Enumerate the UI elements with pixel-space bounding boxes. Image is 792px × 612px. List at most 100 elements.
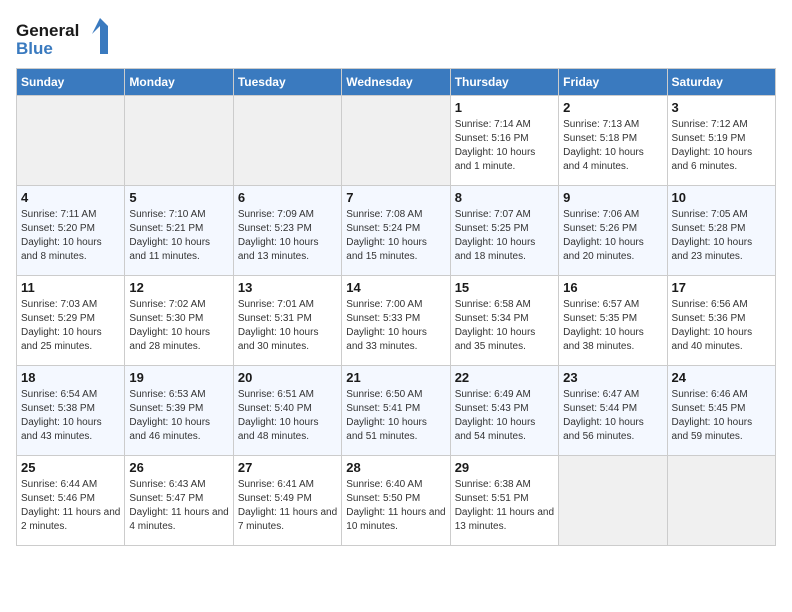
day-number: 2 xyxy=(563,100,662,115)
day-number: 27 xyxy=(238,460,337,475)
day-number: 7 xyxy=(346,190,445,205)
day-number: 10 xyxy=(672,190,771,205)
calendar-cell xyxy=(125,96,233,186)
day-info: Sunrise: 7:11 AMSunset: 5:20 PMDaylight:… xyxy=(21,208,120,264)
day-number: 1 xyxy=(455,100,554,115)
day-number: 17 xyxy=(672,280,771,295)
day-info: Sunrise: 7:06 AMSunset: 5:26 PMDaylight:… xyxy=(563,208,662,264)
day-number: 26 xyxy=(129,460,228,475)
week-row-2: 4 Sunrise: 7:11 AMSunset: 5:20 PMDayligh… xyxy=(17,186,776,276)
day-number: 24 xyxy=(672,370,771,385)
day-number: 12 xyxy=(129,280,228,295)
calendar-cell: 24 Sunrise: 6:46 AMSunset: 5:45 PMDaylig… xyxy=(667,366,775,456)
day-info: Sunrise: 6:47 AMSunset: 5:44 PMDaylight:… xyxy=(563,388,662,444)
day-number: 8 xyxy=(455,190,554,205)
calendar-cell: 20 Sunrise: 6:51 AMSunset: 5:40 PMDaylig… xyxy=(233,366,341,456)
svg-text:Blue: Blue xyxy=(16,39,53,58)
day-number: 3 xyxy=(672,100,771,115)
day-info: Sunrise: 7:10 AMSunset: 5:21 PMDaylight:… xyxy=(129,208,228,264)
day-info: Sunrise: 6:57 AMSunset: 5:35 PMDaylight:… xyxy=(563,298,662,354)
day-info: Sunrise: 6:54 AMSunset: 5:38 PMDaylight:… xyxy=(21,388,120,444)
day-info: Sunrise: 7:07 AMSunset: 5:25 PMDaylight:… xyxy=(455,208,554,264)
day-info: Sunrise: 7:13 AMSunset: 5:18 PMDaylight:… xyxy=(563,118,662,174)
day-number: 23 xyxy=(563,370,662,385)
day-number: 28 xyxy=(346,460,445,475)
weekday-header-tuesday: Tuesday xyxy=(233,69,341,96)
calendar-cell: 10 Sunrise: 7:05 AMSunset: 5:28 PMDaylig… xyxy=(667,186,775,276)
logo-svg: General Blue xyxy=(16,16,116,60)
weekday-header-monday: Monday xyxy=(125,69,233,96)
weekday-header-saturday: Saturday xyxy=(667,69,775,96)
calendar-cell: 3 Sunrise: 7:12 AMSunset: 5:19 PMDayligh… xyxy=(667,96,775,186)
day-number: 5 xyxy=(129,190,228,205)
day-info: Sunrise: 6:51 AMSunset: 5:40 PMDaylight:… xyxy=(238,388,337,444)
calendar-cell: 12 Sunrise: 7:02 AMSunset: 5:30 PMDaylig… xyxy=(125,276,233,366)
day-info: Sunrise: 6:41 AMSunset: 5:49 PMDaylight:… xyxy=(238,478,337,534)
day-number: 14 xyxy=(346,280,445,295)
calendar-cell xyxy=(559,456,667,546)
calendar-cell xyxy=(233,96,341,186)
week-row-3: 11 Sunrise: 7:03 AMSunset: 5:29 PMDaylig… xyxy=(17,276,776,366)
calendar-cell: 25 Sunrise: 6:44 AMSunset: 5:46 PMDaylig… xyxy=(17,456,125,546)
day-info: Sunrise: 7:00 AMSunset: 5:33 PMDaylight:… xyxy=(346,298,445,354)
day-info: Sunrise: 7:05 AMSunset: 5:28 PMDaylight:… xyxy=(672,208,771,264)
day-info: Sunrise: 7:09 AMSunset: 5:23 PMDaylight:… xyxy=(238,208,337,264)
calendar-cell: 5 Sunrise: 7:10 AMSunset: 5:21 PMDayligh… xyxy=(125,186,233,276)
calendar-cell xyxy=(17,96,125,186)
calendar-cell: 19 Sunrise: 6:53 AMSunset: 5:39 PMDaylig… xyxy=(125,366,233,456)
day-number: 16 xyxy=(563,280,662,295)
day-number: 20 xyxy=(238,370,337,385)
calendar-cell: 16 Sunrise: 6:57 AMSunset: 5:35 PMDaylig… xyxy=(559,276,667,366)
logo: General Blue xyxy=(16,16,116,60)
day-info: Sunrise: 7:01 AMSunset: 5:31 PMDaylight:… xyxy=(238,298,337,354)
header: General Blue xyxy=(16,16,776,60)
day-info: Sunrise: 6:40 AMSunset: 5:50 PMDaylight:… xyxy=(346,478,445,534)
day-info: Sunrise: 7:08 AMSunset: 5:24 PMDaylight:… xyxy=(346,208,445,264)
day-info: Sunrise: 6:49 AMSunset: 5:43 PMDaylight:… xyxy=(455,388,554,444)
day-info: Sunrise: 6:58 AMSunset: 5:34 PMDaylight:… xyxy=(455,298,554,354)
calendar-cell: 2 Sunrise: 7:13 AMSunset: 5:18 PMDayligh… xyxy=(559,96,667,186)
calendar-cell: 8 Sunrise: 7:07 AMSunset: 5:25 PMDayligh… xyxy=(450,186,558,276)
calendar-cell: 29 Sunrise: 6:38 AMSunset: 5:51 PMDaylig… xyxy=(450,456,558,546)
day-info: Sunrise: 6:44 AMSunset: 5:46 PMDaylight:… xyxy=(21,478,120,534)
calendar-cell: 17 Sunrise: 6:56 AMSunset: 5:36 PMDaylig… xyxy=(667,276,775,366)
day-number: 4 xyxy=(21,190,120,205)
weekday-header-thursday: Thursday xyxy=(450,69,558,96)
calendar-cell: 1 Sunrise: 7:14 AMSunset: 5:16 PMDayligh… xyxy=(450,96,558,186)
day-number: 15 xyxy=(455,280,554,295)
day-info: Sunrise: 7:12 AMSunset: 5:19 PMDaylight:… xyxy=(672,118,771,174)
weekday-header-sunday: Sunday xyxy=(17,69,125,96)
calendar-cell xyxy=(667,456,775,546)
calendar-cell: 18 Sunrise: 6:54 AMSunset: 5:38 PMDaylig… xyxy=(17,366,125,456)
calendar-cell: 26 Sunrise: 6:43 AMSunset: 5:47 PMDaylig… xyxy=(125,456,233,546)
day-number: 13 xyxy=(238,280,337,295)
calendar-table: SundayMondayTuesdayWednesdayThursdayFrid… xyxy=(16,68,776,546)
weekday-header-wednesday: Wednesday xyxy=(342,69,450,96)
day-info: Sunrise: 7:14 AMSunset: 5:16 PMDaylight:… xyxy=(455,118,554,174)
day-number: 11 xyxy=(21,280,120,295)
day-number: 9 xyxy=(563,190,662,205)
calendar-cell: 28 Sunrise: 6:40 AMSunset: 5:50 PMDaylig… xyxy=(342,456,450,546)
calendar-cell: 11 Sunrise: 7:03 AMSunset: 5:29 PMDaylig… xyxy=(17,276,125,366)
calendar-cell: 23 Sunrise: 6:47 AMSunset: 5:44 PMDaylig… xyxy=(559,366,667,456)
weekday-header-row: SundayMondayTuesdayWednesdayThursdayFrid… xyxy=(17,69,776,96)
calendar-cell: 21 Sunrise: 6:50 AMSunset: 5:41 PMDaylig… xyxy=(342,366,450,456)
day-number: 25 xyxy=(21,460,120,475)
day-number: 19 xyxy=(129,370,228,385)
day-number: 18 xyxy=(21,370,120,385)
day-number: 22 xyxy=(455,370,554,385)
weekday-header-friday: Friday xyxy=(559,69,667,96)
day-number: 29 xyxy=(455,460,554,475)
calendar-cell: 14 Sunrise: 7:00 AMSunset: 5:33 PMDaylig… xyxy=(342,276,450,366)
calendar-cell: 27 Sunrise: 6:41 AMSunset: 5:49 PMDaylig… xyxy=(233,456,341,546)
calendar-cell: 4 Sunrise: 7:11 AMSunset: 5:20 PMDayligh… xyxy=(17,186,125,276)
calendar-cell: 15 Sunrise: 6:58 AMSunset: 5:34 PMDaylig… xyxy=(450,276,558,366)
svg-text:General: General xyxy=(16,21,79,40)
day-info: Sunrise: 6:56 AMSunset: 5:36 PMDaylight:… xyxy=(672,298,771,354)
calendar-cell: 9 Sunrise: 7:06 AMSunset: 5:26 PMDayligh… xyxy=(559,186,667,276)
day-info: Sunrise: 6:43 AMSunset: 5:47 PMDaylight:… xyxy=(129,478,228,534)
week-row-4: 18 Sunrise: 6:54 AMSunset: 5:38 PMDaylig… xyxy=(17,366,776,456)
day-info: Sunrise: 6:50 AMSunset: 5:41 PMDaylight:… xyxy=(346,388,445,444)
calendar-cell: 13 Sunrise: 7:01 AMSunset: 5:31 PMDaylig… xyxy=(233,276,341,366)
day-info: Sunrise: 7:02 AMSunset: 5:30 PMDaylight:… xyxy=(129,298,228,354)
